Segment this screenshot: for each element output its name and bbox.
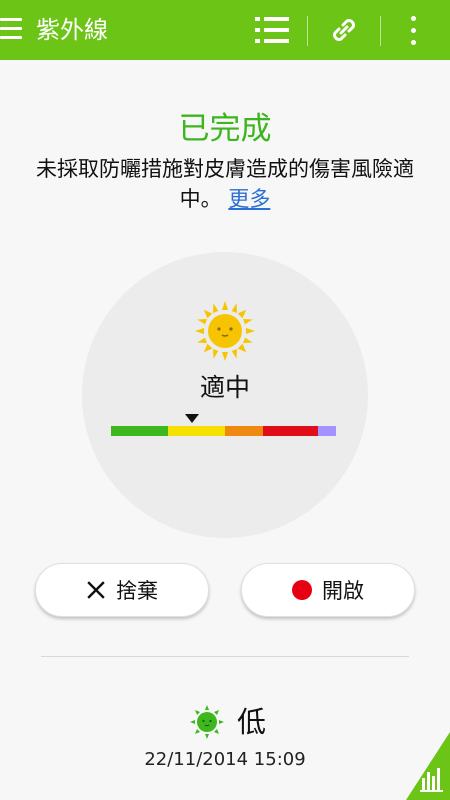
last-uv-level: 低 [237, 705, 267, 739]
status-title: 已完成 [178, 111, 272, 147]
hamburger-menu-icon[interactable] [0, 16, 24, 44]
uv-scale-segment-low [111, 426, 168, 436]
list-icon[interactable] [255, 17, 289, 43]
top-app-bar: 紫外線 [0, 0, 450, 60]
uv-scale-segment-extreme [318, 426, 337, 436]
overflow-menu-icon[interactable] [405, 14, 421, 48]
green-sun-face-icon [190, 705, 224, 739]
last-measurement-timestamp: 22/11/2014 15:09 [144, 749, 306, 770]
discard-button-label: 捨棄 [116, 579, 158, 603]
link-icon[interactable] [328, 14, 360, 46]
section-divider [41, 656, 409, 657]
close-icon [87, 581, 105, 599]
uv-scale-segment-moderate [167, 426, 225, 436]
uv-scale-segment-high [224, 426, 263, 436]
status-description-text: 未採取防曬措施對皮膚造成的傷害風險適中。 [36, 157, 414, 211]
toolbar-separator [380, 16, 381, 46]
discard-button[interactable]: 捨棄 [35, 563, 209, 617]
toolbar-separator [307, 16, 308, 46]
uv-scale-segment-very-high [262, 426, 319, 436]
record-dot-icon [292, 580, 312, 600]
uv-level-label: 適中 [199, 373, 250, 402]
more-link[interactable]: 更多 [228, 187, 270, 211]
sun-face-icon [195, 301, 255, 361]
app-title: 紫外線 [36, 16, 108, 44]
open-button-label: 開啟 [322, 579, 364, 603]
status-description: 未採取防曬措施對皮膚造成的傷害風險適中。 更多 [18, 154, 432, 214]
uv-scale-bar [111, 426, 337, 436]
open-button[interactable]: 開啟 [241, 563, 415, 617]
history-button[interactable] [406, 732, 450, 800]
uv-level-indicator [185, 414, 199, 423]
